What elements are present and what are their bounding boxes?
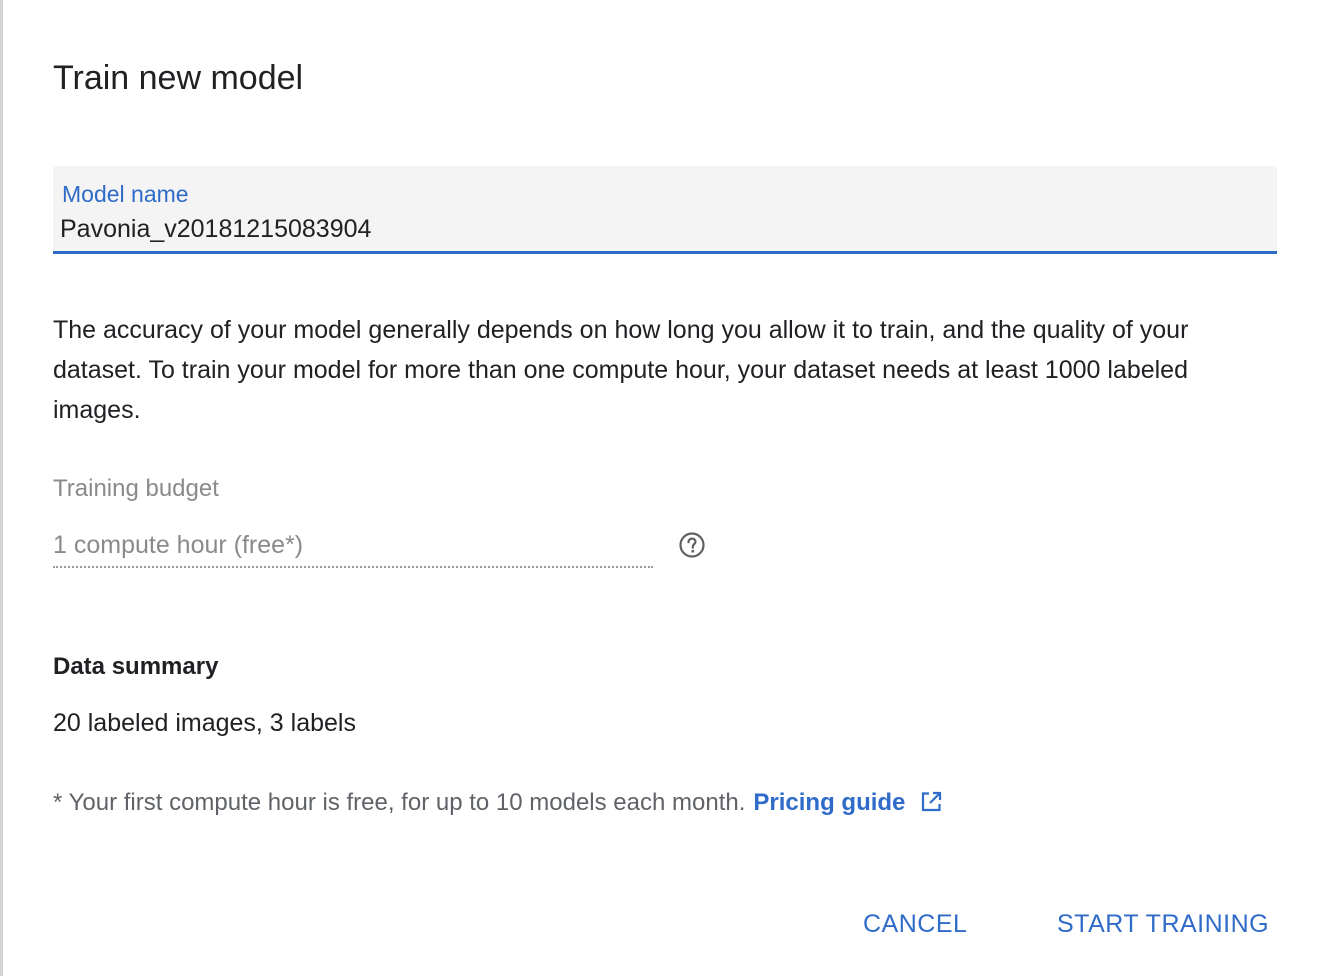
data-summary-heading: Data summary <box>53 653 219 680</box>
open-in-new-icon[interactable] <box>919 790 943 814</box>
pricing-guide-link[interactable]: Pricing guide <box>753 789 905 816</box>
model-name-input[interactable] <box>60 212 1260 246</box>
pricing-footnote: * Your first compute hour is free, for u… <box>53 788 943 818</box>
training-budget-label: Training budget <box>53 475 219 502</box>
dialog-title: Train new model <box>53 59 304 97</box>
model-name-label: Model name <box>62 181 189 207</box>
footnote-text: * Your first compute hour is free, for u… <box>53 789 746 816</box>
accuracy-description: The accuracy of your model generally dep… <box>53 316 1189 424</box>
start-training-button[interactable]: START TRAINING <box>1057 904 1269 944</box>
model-name-field[interactable]: Model name <box>53 166 1277 254</box>
cancel-button[interactable]: CANCEL <box>863 904 967 944</box>
train-model-dialog: Train new model Model name The accuracy … <box>0 0 1322 976</box>
data-summary-value: 20 labeled images, 3 labels <box>53 709 356 737</box>
training-budget-value: 1 compute hour (free*) <box>53 531 304 559</box>
help-circle-icon[interactable] <box>678 531 706 559</box>
training-budget-select: 1 compute hour (free*) <box>53 528 653 568</box>
